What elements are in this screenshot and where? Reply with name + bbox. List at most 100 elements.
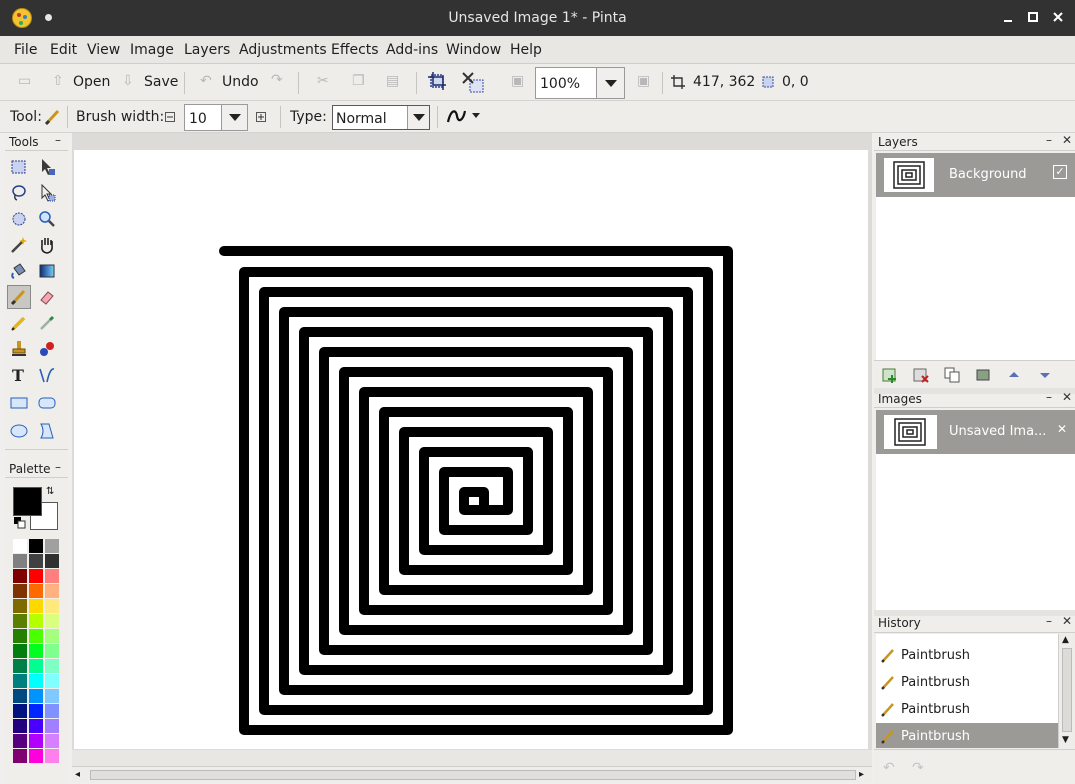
ellipse-icon[interactable]: [9, 421, 29, 441]
palette-swatch[interactable]: [45, 539, 59, 553]
zoom-combo[interactable]: 100%: [535, 67, 625, 99]
palette-swatch[interactable]: [45, 749, 59, 763]
clone-stamp-icon[interactable]: [9, 339, 29, 359]
copy-icon[interactable]: ❐: [352, 73, 365, 89]
increase-icon[interactable]: [256, 111, 266, 126]
lasso-select-icon[interactable]: [9, 183, 29, 203]
deselect-all-icon[interactable]: [460, 70, 486, 100]
palette-swatch[interactable]: [29, 689, 43, 703]
palette-swatch[interactable]: [45, 554, 59, 568]
merge-layer-down-icon[interactable]: [975, 367, 991, 387]
palette-swatch[interactable]: [29, 704, 43, 718]
palette-swatch[interactable]: [13, 539, 27, 553]
palette-swatch[interactable]: [13, 614, 27, 628]
minimize-panel-icon[interactable]: –: [1046, 614, 1052, 628]
history-item[interactable]: Paintbrush: [876, 696, 1058, 723]
save-icon[interactable]: ⇩: [122, 73, 134, 89]
palette-swatch[interactable]: [29, 599, 43, 613]
history-item[interactable]: Paintbrush: [876, 669, 1058, 696]
palette-swatch[interactable]: [29, 749, 43, 763]
pan-icon[interactable]: [37, 235, 57, 255]
palette-swatch[interactable]: [29, 614, 43, 628]
history-scroll-thumb[interactable]: [1062, 648, 1072, 732]
paintbrush-icon[interactable]: [9, 287, 29, 307]
zoom-value[interactable]: 100%: [540, 76, 580, 92]
palette-swatch[interactable]: [29, 629, 43, 643]
maximize-icon[interactable]: [1024, 8, 1042, 26]
minimize-panel-icon[interactable]: –: [1046, 133, 1052, 147]
menu-adjustments[interactable]: Adjustments: [239, 42, 327, 58]
close-panel-icon[interactable]: ✕: [1062, 614, 1072, 628]
zoom-dropdown-button[interactable]: [596, 68, 624, 98]
layer-row[interactable]: Background ✓: [876, 153, 1075, 197]
open-button[interactable]: Open: [73, 74, 110, 90]
palette-swatch[interactable]: [45, 629, 59, 643]
palette-swatch[interactable]: [45, 599, 59, 613]
layer-visibility-checkbox[interactable]: ✓: [1053, 165, 1067, 179]
rectangle-select-icon[interactable]: [9, 157, 29, 177]
palette-swatch[interactable]: [29, 734, 43, 748]
save-button[interactable]: Save: [144, 74, 178, 90]
pencil-icon[interactable]: [9, 313, 29, 333]
type-value[interactable]: Normal: [336, 111, 387, 127]
new-file-icon[interactable]: ▭: [18, 73, 31, 89]
menu-help[interactable]: Help: [510, 42, 542, 58]
zoom-out-icon[interactable]: ▣: [511, 73, 524, 89]
cut-icon[interactable]: ✂: [317, 73, 329, 89]
palette-swatch[interactable]: [13, 659, 27, 673]
palette-swatch[interactable]: [45, 704, 59, 718]
palette-swatch[interactable]: [45, 674, 59, 688]
palette-swatch[interactable]: [45, 614, 59, 628]
palette-swatch[interactable]: [45, 644, 59, 658]
menu-window[interactable]: Window: [446, 42, 501, 58]
image-canvas[interactable]: [74, 150, 868, 749]
move-selected-icon[interactable]: [37, 157, 57, 177]
text-icon[interactable]: T: [9, 365, 29, 385]
palette-swatch[interactable]: [13, 704, 27, 718]
menu-file[interactable]: File: [14, 42, 37, 58]
palette-swatch[interactable]: [45, 689, 59, 703]
palette-swatch[interactable]: [29, 719, 43, 733]
antialiasing-icon[interactable]: [446, 107, 486, 131]
freeform-shape-icon[interactable]: [37, 421, 57, 441]
swap-colors-icon[interactable]: ⇅: [46, 486, 54, 497]
ellipse-select-icon[interactable]: [9, 209, 29, 229]
minimize-panel-icon[interactable]: –: [55, 133, 61, 147]
close-panel-icon[interactable]: ✕: [1062, 133, 1072, 147]
palette-swatch[interactable]: [13, 599, 27, 613]
image-tab-row[interactable]: Unsaved Ima... ✕: [876, 410, 1075, 454]
palette-swatch[interactable]: [13, 749, 27, 763]
undo-button[interactable]: Undo: [222, 74, 259, 90]
move-layer-down-icon[interactable]: [1037, 367, 1053, 387]
scroll-down-icon[interactable]: ▼: [1062, 735, 1069, 745]
palette-swatch[interactable]: [13, 584, 27, 598]
palette-swatch[interactable]: [29, 644, 43, 658]
reset-colors-icon[interactable]: [14, 517, 26, 533]
menu-add-ins[interactable]: Add-ins: [386, 42, 438, 58]
crop-to-selection-icon[interactable]: [426, 70, 448, 96]
scroll-up-icon[interactable]: ▲: [1062, 635, 1069, 645]
palette-swatch[interactable]: [29, 674, 43, 688]
scroll-right-icon[interactable]: ▸: [859, 769, 864, 780]
rectangle-icon[interactable]: [9, 393, 29, 413]
close-image-icon[interactable]: ✕: [1057, 422, 1067, 436]
horizontal-scrollbar[interactable]: ◂ ▸: [72, 766, 872, 783]
close-icon[interactable]: [1049, 8, 1067, 26]
history-redo-icon[interactable]: ↷: [912, 760, 924, 776]
eraser-icon[interactable]: [37, 287, 57, 307]
minimize-panel-icon[interactable]: –: [55, 460, 61, 474]
brush-width-value[interactable]: 10: [189, 111, 207, 127]
palette-swatch[interactable]: [29, 584, 43, 598]
paste-icon[interactable]: ▤: [386, 73, 399, 89]
zoom-icon[interactable]: [37, 209, 57, 229]
duplicate-layer-icon[interactable]: [944, 367, 960, 387]
palette-swatch[interactable]: [13, 689, 27, 703]
palette-swatch[interactable]: [45, 734, 59, 748]
palette-swatch[interactable]: [45, 719, 59, 733]
layer-name[interactable]: Background: [949, 167, 1027, 182]
redo-icon[interactable]: ↷: [271, 72, 283, 88]
palette-swatch[interactable]: [29, 554, 43, 568]
history-undo-icon[interactable]: ↶: [883, 760, 895, 776]
move-selection-icon[interactable]: [37, 183, 57, 203]
type-dropdown[interactable]: [407, 106, 429, 129]
